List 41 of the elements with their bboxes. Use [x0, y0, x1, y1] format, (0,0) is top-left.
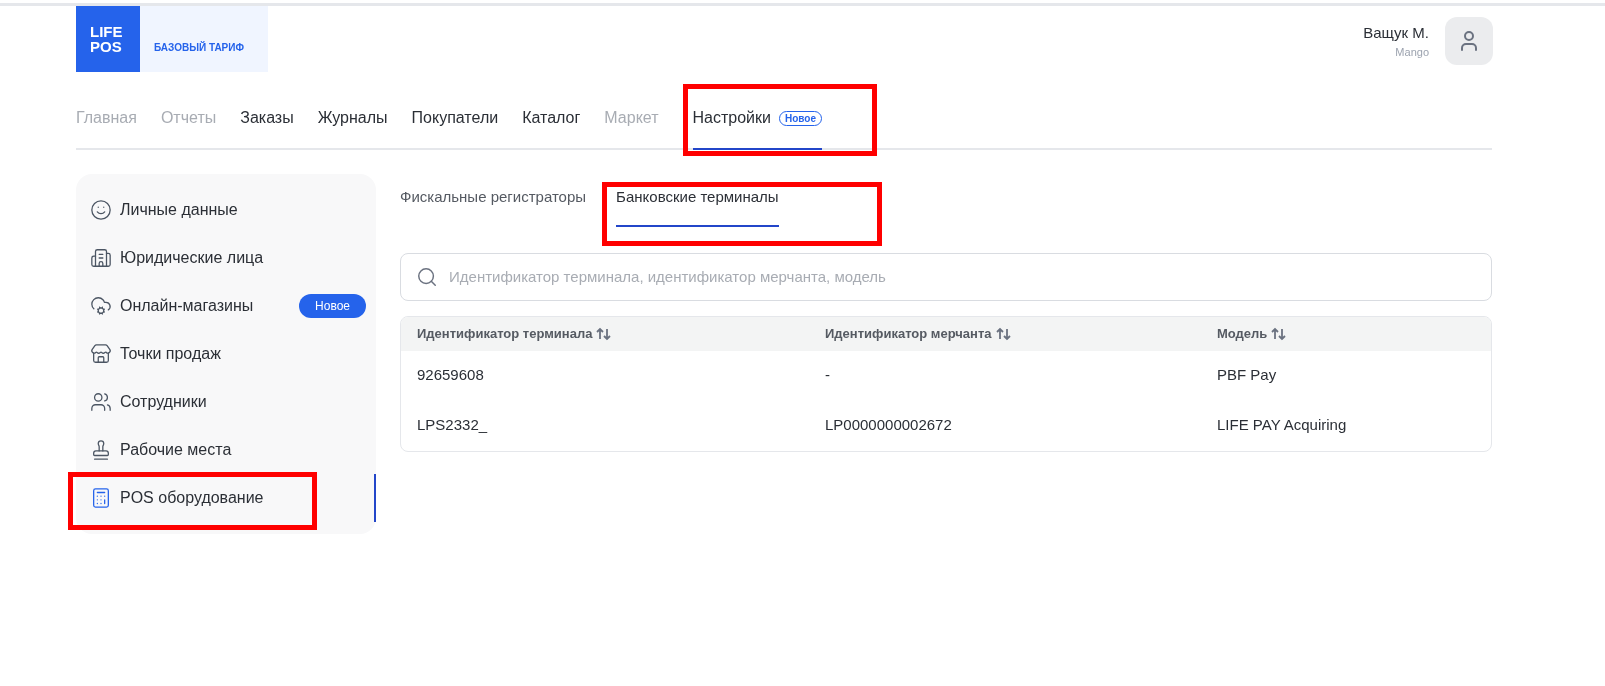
smiley-icon	[90, 199, 112, 221]
avatar-button[interactable]	[1445, 17, 1493, 65]
column-header[interactable]: Идентификатор терминала	[417, 323, 593, 344]
sidebar-item[interactable]: Юридические лица	[76, 234, 376, 282]
table-cell-text: PBF Pay	[1217, 365, 1278, 386]
search-icon	[416, 265, 438, 288]
sort-icon[interactable]	[995, 326, 1012, 341]
cloud-icon	[90, 295, 112, 317]
store-icon	[90, 343, 112, 365]
logo[interactable]: LIFE POS	[76, 6, 140, 72]
plan-label: БАЗОВЫЙ ТАРИФ	[154, 40, 244, 55]
nav-tab[interactable]: Журналы	[317, 106, 388, 148]
sidebar-item[interactable]: Личные данные	[76, 186, 376, 234]
sub-tab[interactable]: Фискальные регистраторы	[400, 186, 587, 227]
nav-tab[interactable]: Настройки Новое	[692, 106, 822, 150]
calculator-icon	[90, 487, 112, 509]
sort-icon[interactable]	[1271, 326, 1288, 341]
sort-icon[interactable]	[596, 326, 613, 341]
sidebar-item[interactable]: Точки продаж	[76, 330, 376, 378]
table-cell-text: LIFE PAY Acquiring	[1217, 415, 1348, 436]
stamp-icon	[90, 439, 112, 461]
sub-tab[interactable]: Банковские терминалы	[616, 186, 779, 227]
company-name: Mango	[1395, 45, 1429, 60]
table-cell-text: -	[825, 365, 831, 386]
nav-tab[interactable]: Каталог	[522, 106, 581, 148]
search-field[interactable]: Идентификатор терминала, идентификатор мерчанта, модель	[400, 252, 1492, 301]
user-name: Ващук М.	[1363, 22, 1429, 43]
table-cell-text: 92659608	[417, 365, 485, 386]
building-icon	[90, 247, 112, 269]
column-header[interactable]: Идентификатор мерчанта	[825, 323, 992, 344]
sidebar-item[interactable]: Сотрудники	[76, 378, 376, 426]
sidebar-item[interactable]: Рабочие места	[76, 426, 376, 474]
nav-tab[interactable]: Заказы	[240, 106, 294, 148]
sidebar-item[interactable]: Онлайн-магазины Новое	[76, 282, 376, 330]
people-icon	[90, 391, 112, 413]
sidebar-item[interactable]: POS оборудование	[76, 474, 376, 522]
new-badge: Новое	[299, 294, 366, 318]
nav-tab[interactable]: Покупатели	[411, 106, 499, 148]
column-header[interactable]: Модель	[1217, 323, 1268, 344]
table-cell-text: LP0000000002672	[825, 415, 953, 436]
table-cell-text: LPS2332_	[417, 415, 489, 436]
